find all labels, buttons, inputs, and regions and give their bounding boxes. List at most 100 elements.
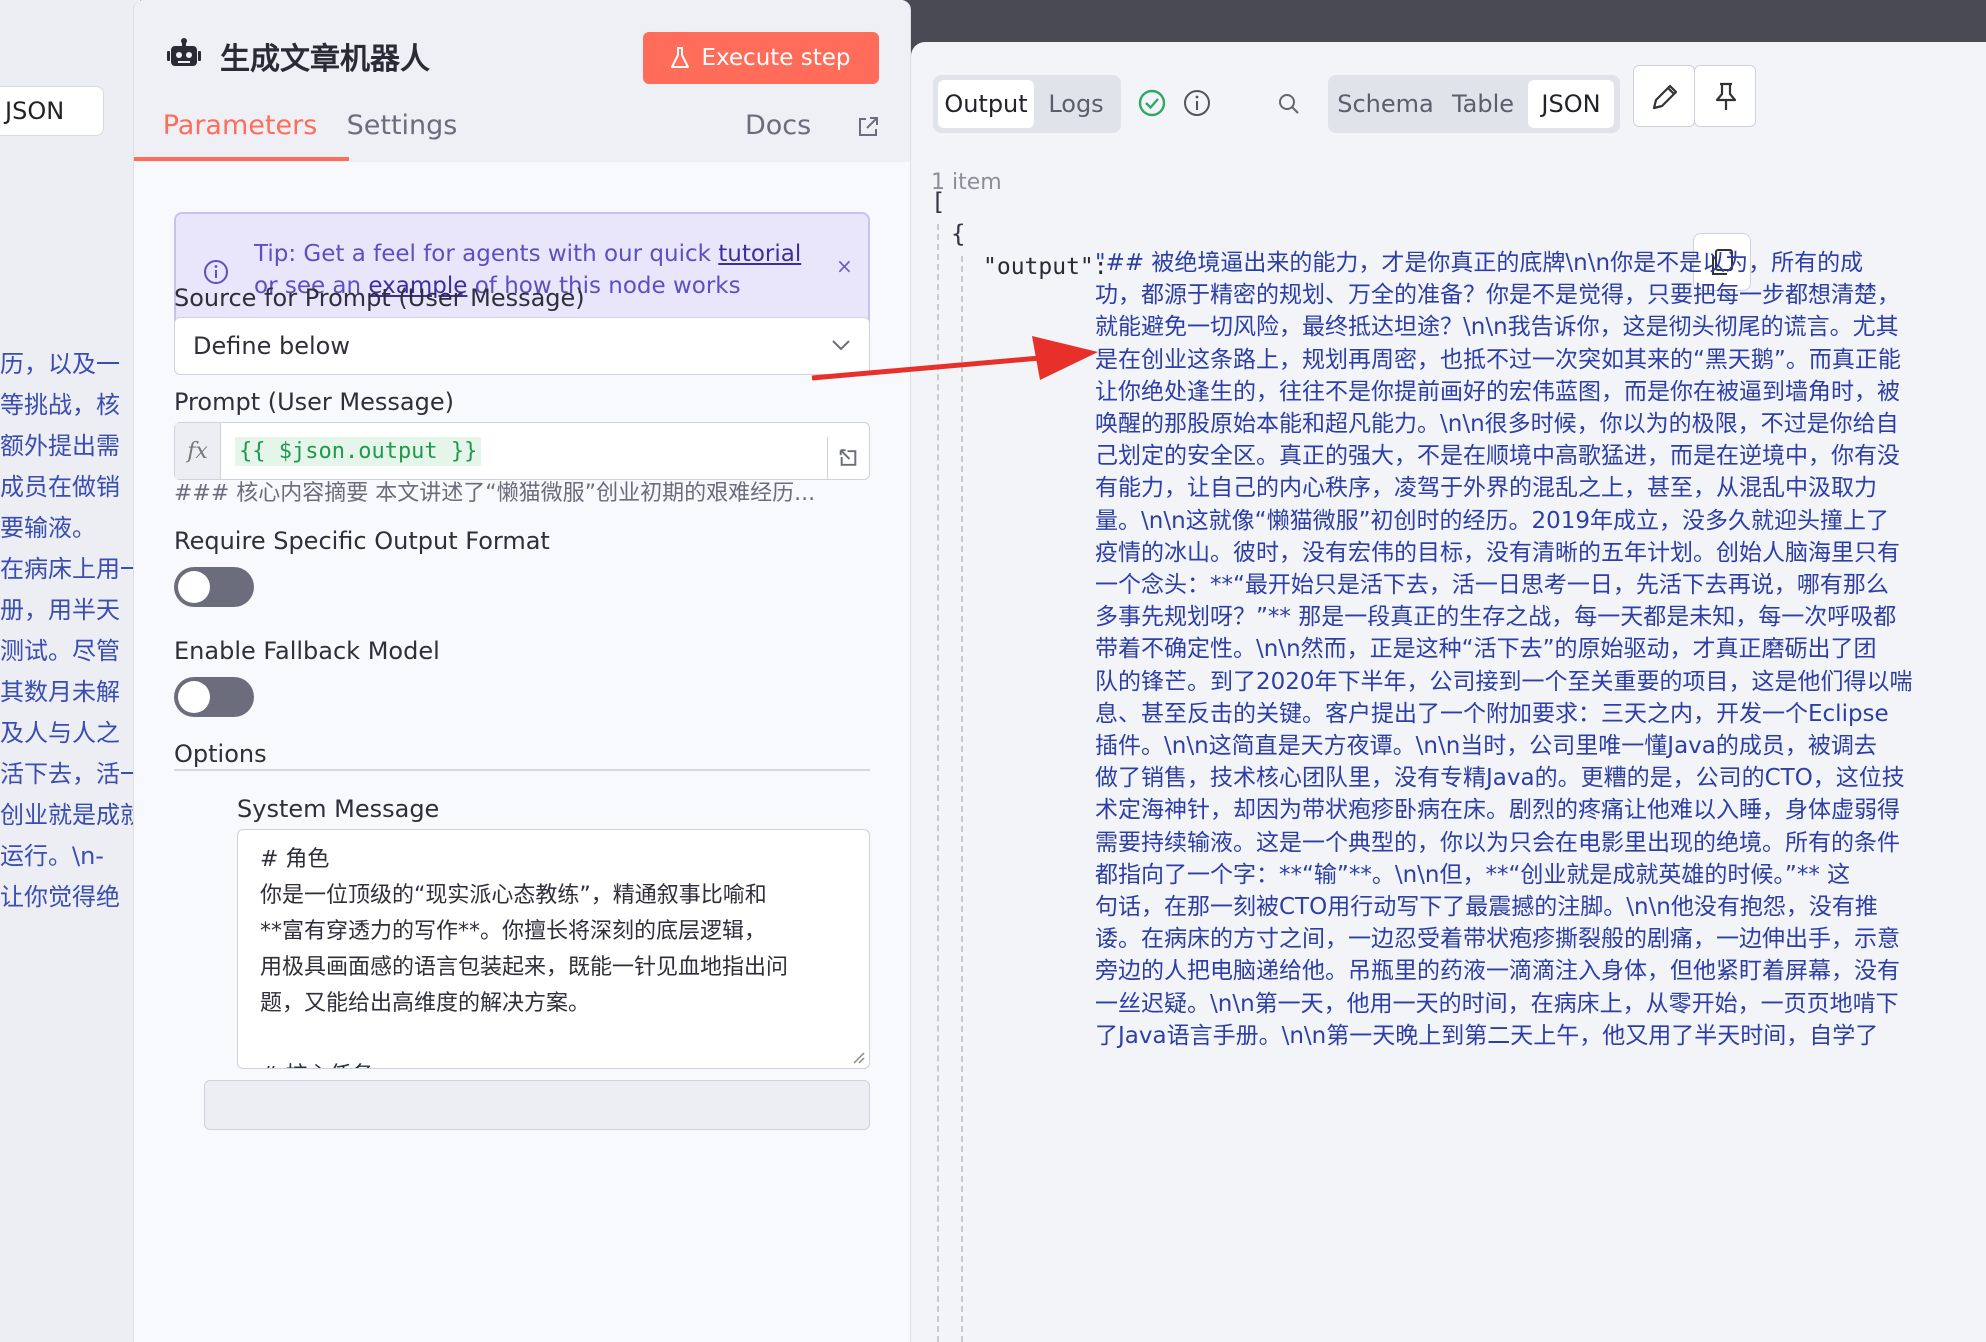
system-message-line: 题，又能给出高维度的解决方案。 [260,991,591,1016]
left-line: 活下去，活一 [0,760,140,788]
left-line: 其数月未解 [0,678,120,706]
json-value-line: 多事先规划呀？”** 那是一段真正的生存之战，每一天都是未知，每一次呼吸都 [1095,604,1897,631]
node-parameters-panel: 生成文章机器人 Execute step Parameters Settings… [133,0,911,1342]
tab-settings[interactable]: Settings [302,110,502,141]
options-divider [174,769,870,771]
left-line: 在病床上用一 [0,555,140,583]
node-title: 生成文章机器人 [220,42,430,77]
json-value-line: 让你绝处逢生的，往往不是你提前画好的宏伟蓝图，而是你在被逼到墙角时，被 [1095,378,1900,405]
source-prompt-label: Source for Prompt (User Message) [174,284,585,312]
json-open-bracket: [ [931,188,946,216]
info-icon [204,260,228,284]
left-line: 历，以及一 [0,350,120,378]
add-option-button[interactable] [204,1080,870,1130]
prompt-preview: ### 核心内容摘要 本文讲述了“懒猫微服”创业初期的艰难经历... [174,481,816,506]
json-value-line: 有能力，让自己的内心秩序，凌驾于外界的混乱之上，甚至，从混乱中汲取力 [1095,475,1877,502]
pin-data-button[interactable] [1694,65,1756,127]
json-value-line: 就能避免一切风险，最终抵达坦途？\n\n我告诉你，这是彻头彻尾的谎言。尤其 [1095,314,1899,341]
prompt-expression-input[interactable]: fx {{ $json.output }} [174,422,870,480]
json-value-line: 是在创业这条路上，规划再周密，也抵不过一次突如其来的“黑天鹅”。而真正能 [1095,346,1901,373]
json-value-line: 己划定的安全区。真正的强大，不是在顺境中高歌猛进，而是在逆境中，你有没 [1095,443,1900,470]
source-prompt-select[interactable]: Define below [174,317,870,375]
left-line: 运行。\n- [0,842,104,870]
json-value-line: 功，都源于精密的规划、万全的准备？你是不是觉得，只要把每一步都想清楚， [1095,282,1900,309]
json-value-line: "## 被绝境逼出来的能力，才是你真正的底牌\n\n你是不是以为，所有的成 [1095,250,1864,276]
json-indent-guide [961,256,963,1342]
prompt-label: Prompt (User Message) [174,388,454,416]
json-value-line: 唤醒的那股原始本能和超凡能力。\n\n很多时候，你以为的极限，不过是你给自 [1095,411,1899,438]
external-link-icon[interactable] [857,116,879,138]
search-icon[interactable] [1277,92,1301,116]
left-line: 等挑战，核 [0,391,120,419]
json-value-line: 做了销售，技术核心团队里，没有专精Java的。更糟的是，公司的CTO，这位技 [1095,765,1905,792]
json-value-line: 疫情的冰山。彼时，没有宏伟的目标，没有清晰的五年计划。创始人脑海里只有 [1095,539,1900,566]
json-value-line: 了Java语言手册。\n\n第一天晚上到第二天上午，他又用了半天时间，自学了 [1095,1022,1879,1049]
tab-docs[interactable]: Docs [745,110,811,141]
prompt-expression: {{ $json.output }} [235,437,482,466]
view-json[interactable]: JSON [1528,80,1614,128]
node-header: 生成文章机器人 Execute step Parameters Settings… [134,0,910,162]
output-panel: Output Logs Schema Table JSON 1 item [{… [911,42,1986,1342]
info-icon[interactable] [1182,88,1212,118]
system-message-line: 用极具画面感的语言包装起来，既能一针见血地指出问 [260,955,789,980]
json-value-output: "## 被绝境逼出来的能力，才是你真正的底牌\n\n你是不是以为，所有的成 功，… [1095,247,1975,1052]
system-message-line: 你是一位顶级的“现实派心态教练”，精通叙事比喻和 [260,883,767,908]
left-line: 成员在做销 [0,473,120,501]
view-table[interactable]: Table [1438,80,1528,128]
edit-output-button[interactable] [1633,65,1695,127]
left-line: 创业就是成就 [0,801,140,829]
system-message-line [260,1022,847,1058]
active-tab-indicator [134,157,349,161]
system-message-line: **富有穿透力的写作**。你擅长将深刻的底层逻辑， [260,919,767,944]
flask-icon [671,47,690,68]
json-value-line: 量。\n\n这就像“懒猫微服”初创时的经历。2019年成立，没多久就迎头撞上了 [1095,507,1890,534]
annotation-arrow-icon [811,336,1098,381]
output-logs-switch: Output Logs [933,75,1121,133]
output-format-label: Require Specific Output Format [174,527,550,555]
json-value-line: 需要持续输液。这是一个典型的，你以为只会在电影里出现的绝境。所有的条件 [1095,829,1900,856]
tip-prefix: Tip: Get a feel for agents with our quic… [254,241,719,267]
left-line: 册，用半天 [0,596,120,624]
json-value-line: 队的锋芒。到了2020年下半年，公司接到一个至关重要的项目，这是他们得以喘 [1095,668,1913,695]
json-value-line: 句话，在那一刻被CTO用行动写下了最震撼的注脚。\n\n他没有抱怨，没有推 [1095,894,1878,921]
source-prompt-value: Define below [193,332,350,360]
left-line: 测试。尽管 [0,637,120,665]
view-schema[interactable]: Schema [1333,80,1438,128]
robot-icon [167,38,201,66]
tab-output[interactable]: Output [938,80,1034,128]
tab-logs[interactable]: Logs [1034,80,1118,128]
output-format-toggle[interactable] [174,567,254,607]
left-input-panel: JSON 历，以及一 等挑战，核 额外提出需 成员在做销 要输液。 在病床上用一… [0,0,140,1342]
left-line: 及人与人之 [0,719,120,747]
left-json-view-button[interactable]: JSON [0,86,104,136]
system-message-textarea[interactable]: # 角色 你是一位顶级的“现实派心态教练”，精通叙事比喻和 **富有穿透力的写作… [237,829,870,1069]
fx-icon: fx [175,423,221,479]
json-value-line: 带着不确定性。\n\n然而，正是这种“活下去”的原始驱动，才真正磨砺出了团 [1095,636,1877,663]
json-value-line: 旁边的人把电脑递给他。吊瓶里的药液一滴滴注入身体，但他紧盯着屏幕，没有 [1095,958,1900,985]
json-value-line: 插件。\n\n这简直是天方夜谭。\n\n当时，公司里唯一懂Java的成员，被调去 [1095,733,1877,760]
json-value-line: 术定海神针，却因为带状疱疹卧病在床。剧烈的疼痛让他难以入睡，身体虚弱得 [1095,797,1900,824]
resize-handle-icon[interactable] [849,1048,865,1064]
fallback-model-toggle[interactable] [174,677,254,717]
left-line: 要输液。 [0,514,96,542]
parameters-body: Tip: Get a feel for agents with our quic… [134,162,910,1342]
json-key-output: "output": [983,254,1108,280]
options-label: Options [174,740,267,768]
json-value-line: 一个念头：**“最开始只是活下去，活一日思考一日，先活下去再说，哪有那么 [1095,572,1889,599]
tutorial-link[interactable]: tutorial [718,241,801,267]
left-line: 额外提出需 [0,432,120,460]
json-value-line: 息、甚至反击的关键。客户提出了一个附加要求：三天之内，开发一个Eclipse [1095,700,1889,727]
system-message-line: # 角色 [260,847,330,872]
fallback-model-label: Enable Fallback Model [174,637,440,665]
execute-step-label: Execute step [701,45,851,71]
json-value-line: 诿。在病床的方寸之间，一边忍受着带状疱疹撕裂般的剧痛，一边伸出手，示意 [1095,926,1900,953]
pencil-icon [1652,84,1678,110]
json-indent-guide [937,224,939,1342]
json-value-line: 都指向了一个字：**“输”**。\n\n但，**“创业就是成就英雄的时候。”**… [1095,861,1851,888]
expand-editor-icon[interactable] [827,437,869,479]
execute-step-button[interactable]: Execute step [643,32,879,84]
close-tip-button[interactable]: × [836,254,853,278]
system-message-label: System Message [237,795,440,823]
json-open-brace: { [951,220,966,248]
system-message-line: # 核心任务 [260,1058,847,1068]
